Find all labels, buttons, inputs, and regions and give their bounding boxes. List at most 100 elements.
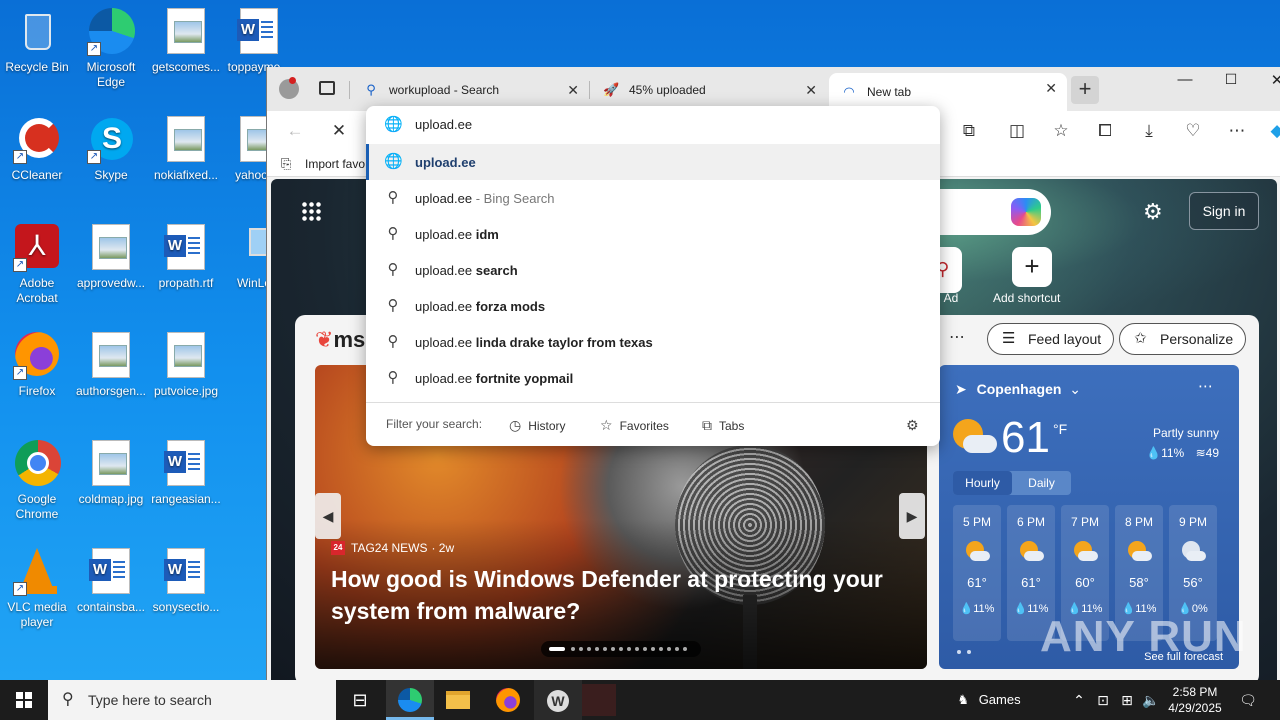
address-bar-value[interactable]: upload.ee [415, 117, 472, 132]
taskbar-clock[interactable]: 2:58 PM 4/29/2025 [1160, 684, 1230, 716]
personalize-button[interactable]: ✩ Personalize [1119, 323, 1247, 355]
suggestion-text: upload.ee forza mods [415, 299, 545, 314]
temperature-unit[interactable]: °F [1053, 421, 1067, 437]
filter-tabs-button[interactable]: ⧉ Tabs [702, 417, 744, 434]
msn-logo[interactable]: ❦ms [315, 327, 365, 353]
new-tab-button[interactable]: + [1071, 76, 1099, 104]
ccleaner-desktop-icon[interactable]: ↗ CCleaner [0, 116, 74, 183]
taskbar-app-thumbnail[interactable] [582, 684, 616, 716]
start-button[interactable] [0, 680, 48, 720]
extensions-icon[interactable]: ⧉ [955, 117, 983, 145]
skype-desktop-icon[interactable]: S ↗ Skype [74, 116, 148, 183]
tab-upload-progress[interactable]: 🚀 45% uploaded ✕ [591, 75, 827, 105]
carousel-prev-button[interactable]: ◀ [315, 493, 341, 539]
collections-icon[interactable]: ⧠ [1091, 117, 1119, 145]
downloads-icon[interactable]: ⤓ [1135, 117, 1163, 145]
tab-workupload-search[interactable]: ⚲ workupload - Search ✕ [351, 75, 589, 105]
stop-loading-button[interactable]: ✕ [325, 117, 353, 145]
close-tab-icon[interactable]: ✕ [567, 82, 579, 99]
tab-hourly[interactable]: Hourly [953, 471, 1012, 495]
copilot-icon[interactable] [1011, 198, 1041, 226]
partly-sunny-icon [953, 419, 997, 457]
tab-daily[interactable]: Daily [1012, 471, 1071, 495]
taskbar-edge-button[interactable] [386, 680, 434, 720]
suggestion-text: upload.ee fortnite yopmail [415, 371, 573, 386]
weather-location[interactable]: ➤ Copenhagen ⌄ [955, 381, 1081, 398]
coldmap-file-icon[interactable]: coldmap.jpg [74, 440, 148, 507]
carousel-next-button[interactable]: ▶ [899, 493, 925, 539]
suggestion-item[interactable]: 🌐 upload.ee [366, 144, 940, 180]
weather-more-icon[interactable]: ⋯ [1198, 377, 1213, 395]
show-hidden-icons-button[interactable]: ⌃ [1070, 680, 1088, 720]
getscomes-file-icon[interactable]: getscomes... [149, 8, 223, 75]
suggestion-text: upload.ee [415, 155, 476, 170]
authorsgen-file-icon[interactable]: authorsgen... [74, 332, 148, 399]
network-icon[interactable]: ⊞ [1118, 680, 1136, 720]
recycle-bin-desktop-icon[interactable]: Recycle Bin [0, 8, 74, 75]
w-app-icon: W [547, 690, 569, 712]
image-file-icon [162, 8, 210, 56]
containsba-file-icon[interactable]: containsba... [74, 548, 148, 615]
copilot-sidebar-icon[interactable]: ◆ [1263, 117, 1280, 145]
hour-precip-value: 11% [973, 603, 995, 615]
hourly-forecast-item[interactable]: 5 PM 61° 💧11% [953, 505, 1001, 641]
maximize-button[interactable]: ☐ [1221, 71, 1241, 88]
nokiafixed-file-icon[interactable]: nokiafixed... [149, 116, 223, 183]
tray-app-icon[interactable]: ⊡ [1094, 680, 1112, 720]
taskbar-firefox-button[interactable] [484, 680, 532, 720]
notifications-icon[interactable]: 🗨 [1236, 680, 1260, 720]
filter-favorites-button[interactable]: ☆ Favorites [600, 417, 669, 434]
approvedw-file-icon[interactable]: approvedw... [74, 224, 148, 291]
games-widget[interactable]: ♞ Games [944, 680, 1034, 720]
taskbar-search-box[interactable]: ⚲ Type here to search [48, 680, 336, 720]
close-tab-icon[interactable]: ✕ [805, 82, 817, 99]
google-chrome-desktop-icon[interactable]: Google Chrome [0, 440, 74, 522]
filter-settings-icon[interactable]: ⚙ [906, 417, 926, 434]
suggestion-item[interactable]: ⚲ upload.ee fortnite yopmail [366, 360, 940, 396]
settings-gear-icon[interactable]: ⚙ [1143, 199, 1163, 225]
taskbar-wordpad-button[interactable]: W [534, 680, 582, 720]
suggestion-item[interactable]: ⚲ upload.ee linda drake taylor from texa… [366, 324, 940, 360]
close-tab-icon[interactable]: ✕ [1045, 80, 1057, 97]
sign-in-button[interactable]: Sign in [1189, 192, 1259, 230]
image-file-icon [87, 224, 135, 272]
sonysectio-file-icon[interactable]: sonysectio... [149, 548, 223, 615]
address-bar-input[interactable]: 🌐 upload.ee [366, 106, 940, 144]
back-button[interactable]: ← [281, 117, 309, 145]
suggestion-item[interactable]: ⚲ upload.ee search [366, 252, 940, 288]
recycle-bin-icon [13, 8, 61, 56]
suggestion-item[interactable]: ⚲ upload.ee - Bing Search [366, 180, 940, 216]
task-view-icon[interactable]: ⊟ [336, 680, 384, 720]
news-headline[interactable]: How good is Windows Defender at protecti… [331, 563, 911, 627]
favorites-icon[interactable]: ☆ [1047, 117, 1075, 145]
feed-more-icon[interactable]: ⋯ [949, 327, 965, 347]
add-shortcut-button[interactable]: + [1012, 247, 1052, 287]
import-favorites-link[interactable]: Import favo [305, 157, 365, 171]
filter-history-button[interactable]: ◷ History [509, 417, 566, 434]
vlc-desktop-icon[interactable]: ↗ VLC media player [0, 548, 74, 630]
tab-actions-icon[interactable] [319, 81, 335, 95]
close-window-button[interactable]: ✕ [1267, 71, 1280, 89]
split-screen-icon[interactable]: ◫ [1003, 117, 1031, 145]
edge-icon [398, 688, 422, 712]
putvoice-file-icon[interactable]: putvoice.jpg [149, 332, 223, 399]
minimize-button[interactable]: — [1175, 71, 1195, 88]
firefox-desktop-icon[interactable]: ↗ Firefox [0, 332, 74, 399]
suggestion-item[interactable]: ⚲ upload.ee forza mods [366, 288, 940, 324]
rangeasian-file-icon[interactable]: rangeasian... [149, 440, 223, 507]
suggestion-item[interactable]: ⚲ upload.ee idm [366, 216, 940, 252]
adobe-acrobat-desktop-icon[interactable]: ⅄ ↗ Adobe Acrobat [0, 224, 74, 306]
clock-date: 4/29/2025 [1168, 701, 1222, 715]
apps-grid-icon[interactable] [301, 201, 321, 221]
desktop-icon-label: VLC media player [7, 600, 67, 629]
propath-file-icon[interactable]: propath.rtf [149, 224, 223, 291]
browser-essentials-icon[interactable]: ♡ [1179, 117, 1207, 145]
volume-icon[interactable]: 🔈 [1142, 680, 1160, 720]
more-menu-icon[interactable]: ⋯ [1223, 117, 1251, 145]
weather-location-name: Copenhagen [976, 381, 1062, 397]
feed-layout-button[interactable]: ☰ Feed layout [987, 323, 1115, 355]
taskbar-file-explorer-button[interactable] [434, 680, 482, 720]
taskbar-search-placeholder: Type here to search [88, 692, 212, 708]
microsoft-edge-desktop-icon[interactable]: ↗ Microsoft Edge [74, 8, 148, 90]
toppayme-file-icon[interactable]: toppayme... [222, 8, 296, 75]
